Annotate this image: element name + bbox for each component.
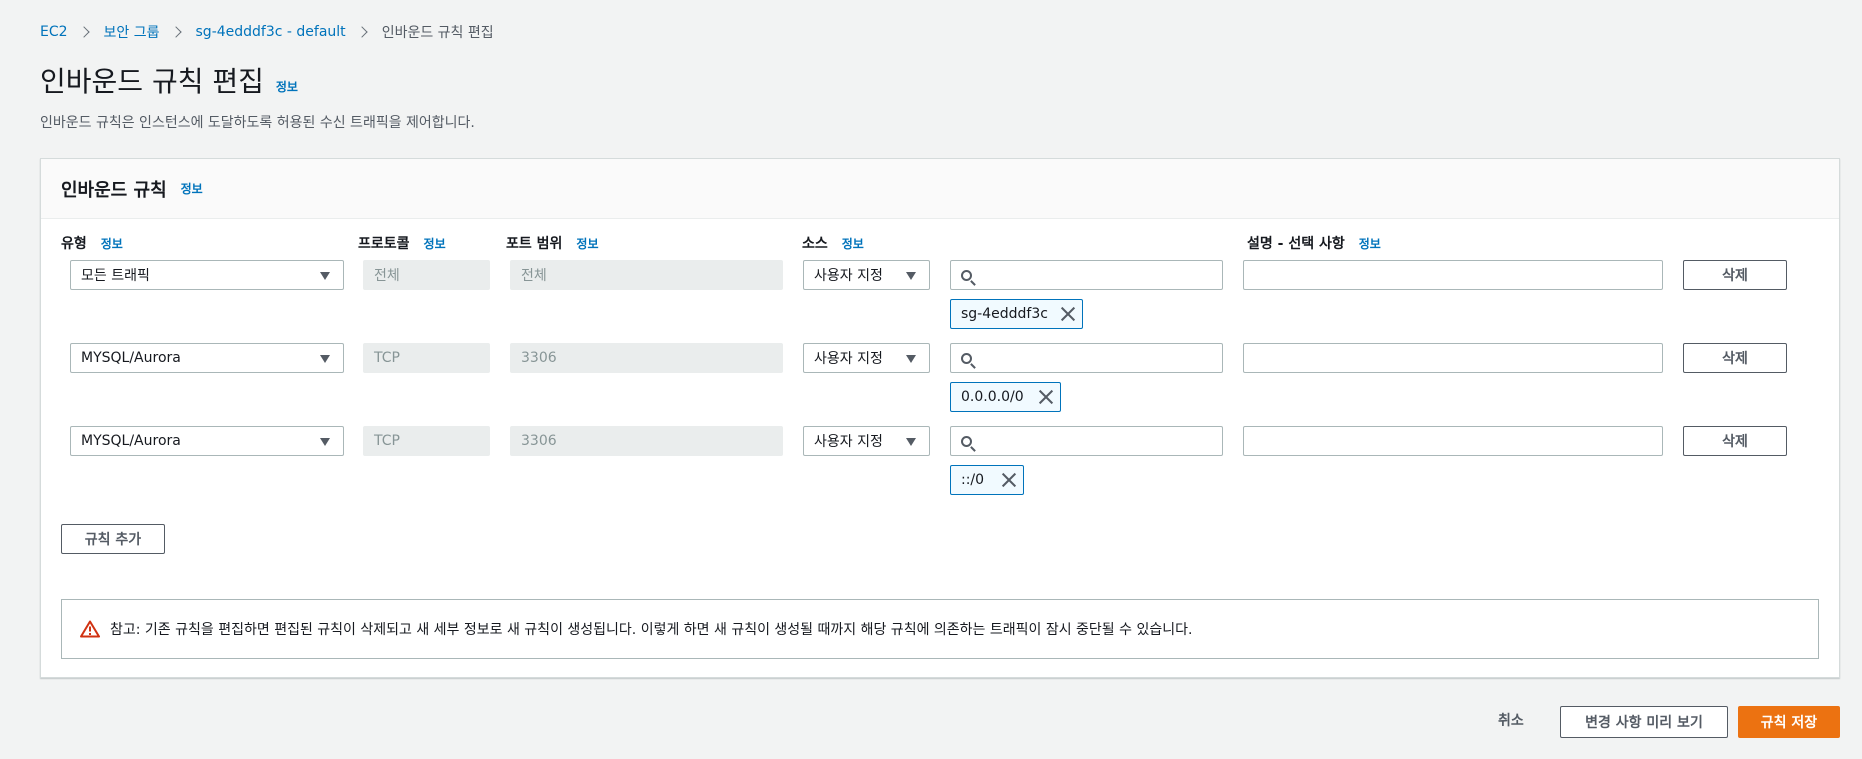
rule-type-select[interactable]: 모든 트래픽 bbox=[70, 260, 344, 290]
rule-source-value: 사용자 지정 bbox=[814, 434, 883, 450]
column-port-range-label: 포트 범위 bbox=[506, 236, 563, 252]
warning-notice: 참고: 기존 규칙을 편집하면 편집된 규칙이 삭제되고 새 세부 정보로 새 … bbox=[61, 599, 1819, 659]
column-port-range-info[interactable]: 정보 bbox=[576, 235, 598, 252]
caret-down-icon bbox=[320, 355, 330, 363]
rule-type-value: 모든 트래픽 bbox=[81, 268, 150, 284]
page-info-link[interactable]: 정보 bbox=[276, 78, 298, 95]
rule-port-range-field: 전체 bbox=[510, 260, 783, 290]
remove-icon[interactable] bbox=[1001, 472, 1017, 488]
column-protocol-info[interactable]: 정보 bbox=[424, 235, 446, 252]
delete-rule-button[interactable]: 삭제 bbox=[1683, 426, 1787, 456]
rule-source-select[interactable]: 사용자 지정 bbox=[803, 343, 930, 373]
cancel-button[interactable]: 취소 bbox=[1498, 710, 1524, 730]
source-token: ::/0 bbox=[950, 465, 1024, 495]
rule-protocol-field: TCP bbox=[363, 343, 490, 373]
rule-source-value: 사용자 지정 bbox=[814, 268, 883, 284]
panel-info-link[interactable]: 정보 bbox=[181, 180, 203, 197]
rule-source-select[interactable]: 사용자 지정 bbox=[803, 426, 930, 456]
column-protocol: 프로토콜 정보 bbox=[358, 233, 446, 253]
search-icon bbox=[961, 435, 972, 447]
column-source-label: 소스 bbox=[802, 236, 828, 252]
inbound-rules-panel: 인바운드 규칙 정보 유형 정보 프로토콜 정보 포트 범위 정보 소스 정보 … bbox=[40, 158, 1840, 678]
caret-down-icon bbox=[906, 272, 916, 280]
source-token: 0.0.0.0/0 bbox=[950, 382, 1061, 412]
column-type-label: 유형 bbox=[61, 236, 87, 252]
rule-description-input[interactable] bbox=[1243, 260, 1663, 290]
search-icon bbox=[961, 269, 972, 281]
warning-notice-text: 참고: 기존 규칙을 편집하면 편집된 규칙이 삭제되고 새 세부 정보로 새 … bbox=[110, 622, 1193, 638]
chevron-right-icon bbox=[169, 26, 182, 38]
breadcrumb-current: 인바운드 규칙 편집 bbox=[381, 25, 494, 41]
page-description: 인바운드 규칙은 인스턴스에 도달하도록 허용된 수신 트래픽을 제어합니다. bbox=[40, 115, 475, 131]
column-type: 유형 정보 bbox=[61, 233, 123, 253]
rule-protocol-field: 전체 bbox=[363, 260, 490, 290]
breadcrumb-security-groups[interactable]: 보안 그룹 bbox=[104, 22, 160, 42]
breadcrumb: EC2 보안 그룹 sg-4edddf3c - default 인바운드 규칙 … bbox=[40, 22, 494, 42]
caret-down-icon bbox=[320, 272, 330, 280]
panel-title: 인바운드 규칙 bbox=[61, 179, 167, 201]
breadcrumb-security-group[interactable]: sg-4edddf3c - default bbox=[196, 24, 346, 40]
panel-header: 인바운드 규칙 정보 bbox=[41, 159, 1839, 219]
rule-description-input[interactable] bbox=[1243, 426, 1663, 456]
column-source-info[interactable]: 정보 bbox=[842, 235, 864, 252]
column-description: 설명 - 선택 사항 정보 bbox=[1247, 233, 1381, 253]
rule-source-value: 사용자 지정 bbox=[814, 351, 883, 367]
column-source: 소스 정보 bbox=[802, 233, 864, 253]
warning-icon bbox=[80, 620, 100, 638]
preview-changes-button[interactable]: 변경 사항 미리 보기 bbox=[1560, 706, 1728, 738]
delete-rule-button[interactable]: 삭제 bbox=[1683, 343, 1787, 373]
save-rules-button[interactable]: 규칙 저장 bbox=[1738, 706, 1840, 738]
rule-source-search-input[interactable] bbox=[950, 426, 1223, 456]
delete-rule-button[interactable]: 삭제 bbox=[1683, 260, 1787, 290]
remove-icon[interactable] bbox=[1060, 306, 1076, 322]
rule-source-search-input[interactable] bbox=[950, 260, 1223, 290]
rule-port-range-field: 3306 bbox=[510, 426, 783, 456]
rule-type-value: MYSQL/Aurora bbox=[81, 350, 181, 366]
caret-down-icon bbox=[906, 438, 916, 446]
rule-port-range-field: 3306 bbox=[510, 343, 783, 373]
rule-description-input[interactable] bbox=[1243, 343, 1663, 373]
caret-down-icon bbox=[906, 355, 916, 363]
chevron-right-icon bbox=[77, 26, 90, 38]
rule-type-select[interactable]: MYSQL/Aurora bbox=[70, 343, 344, 373]
column-description-label: 설명 - 선택 사항 bbox=[1247, 236, 1345, 252]
source-token-label: ::/0 bbox=[961, 472, 985, 488]
column-description-info[interactable]: 정보 bbox=[1359, 235, 1381, 252]
rule-protocol-field: TCP bbox=[363, 426, 490, 456]
add-rule-button[interactable]: 규칙 추가 bbox=[61, 524, 165, 554]
remove-icon[interactable] bbox=[1038, 389, 1054, 405]
rule-type-value: MYSQL/Aurora bbox=[81, 433, 181, 449]
chevron-right-icon bbox=[356, 26, 368, 38]
search-icon bbox=[961, 352, 972, 364]
breadcrumb-ec2[interactable]: EC2 bbox=[40, 24, 68, 40]
caret-down-icon bbox=[320, 438, 330, 446]
rule-source-select[interactable]: 사용자 지정 bbox=[803, 260, 930, 290]
source-token-label: sg-4edddf3c bbox=[961, 306, 1048, 322]
column-type-info[interactable]: 정보 bbox=[101, 235, 123, 252]
column-protocol-label: 프로토콜 bbox=[358, 236, 410, 252]
rule-type-select[interactable]: MYSQL/Aurora bbox=[70, 426, 344, 456]
rule-source-search-input[interactable] bbox=[950, 343, 1223, 373]
source-token: sg-4edddf3c bbox=[950, 299, 1083, 329]
page-title: 인바운드 규칙 편집 정보 bbox=[40, 60, 298, 100]
column-port-range: 포트 범위 정보 bbox=[506, 233, 599, 253]
source-token-label: 0.0.0.0/0 bbox=[961, 389, 1024, 405]
page-title-text: 인바운드 규칙 편집 bbox=[40, 65, 264, 98]
